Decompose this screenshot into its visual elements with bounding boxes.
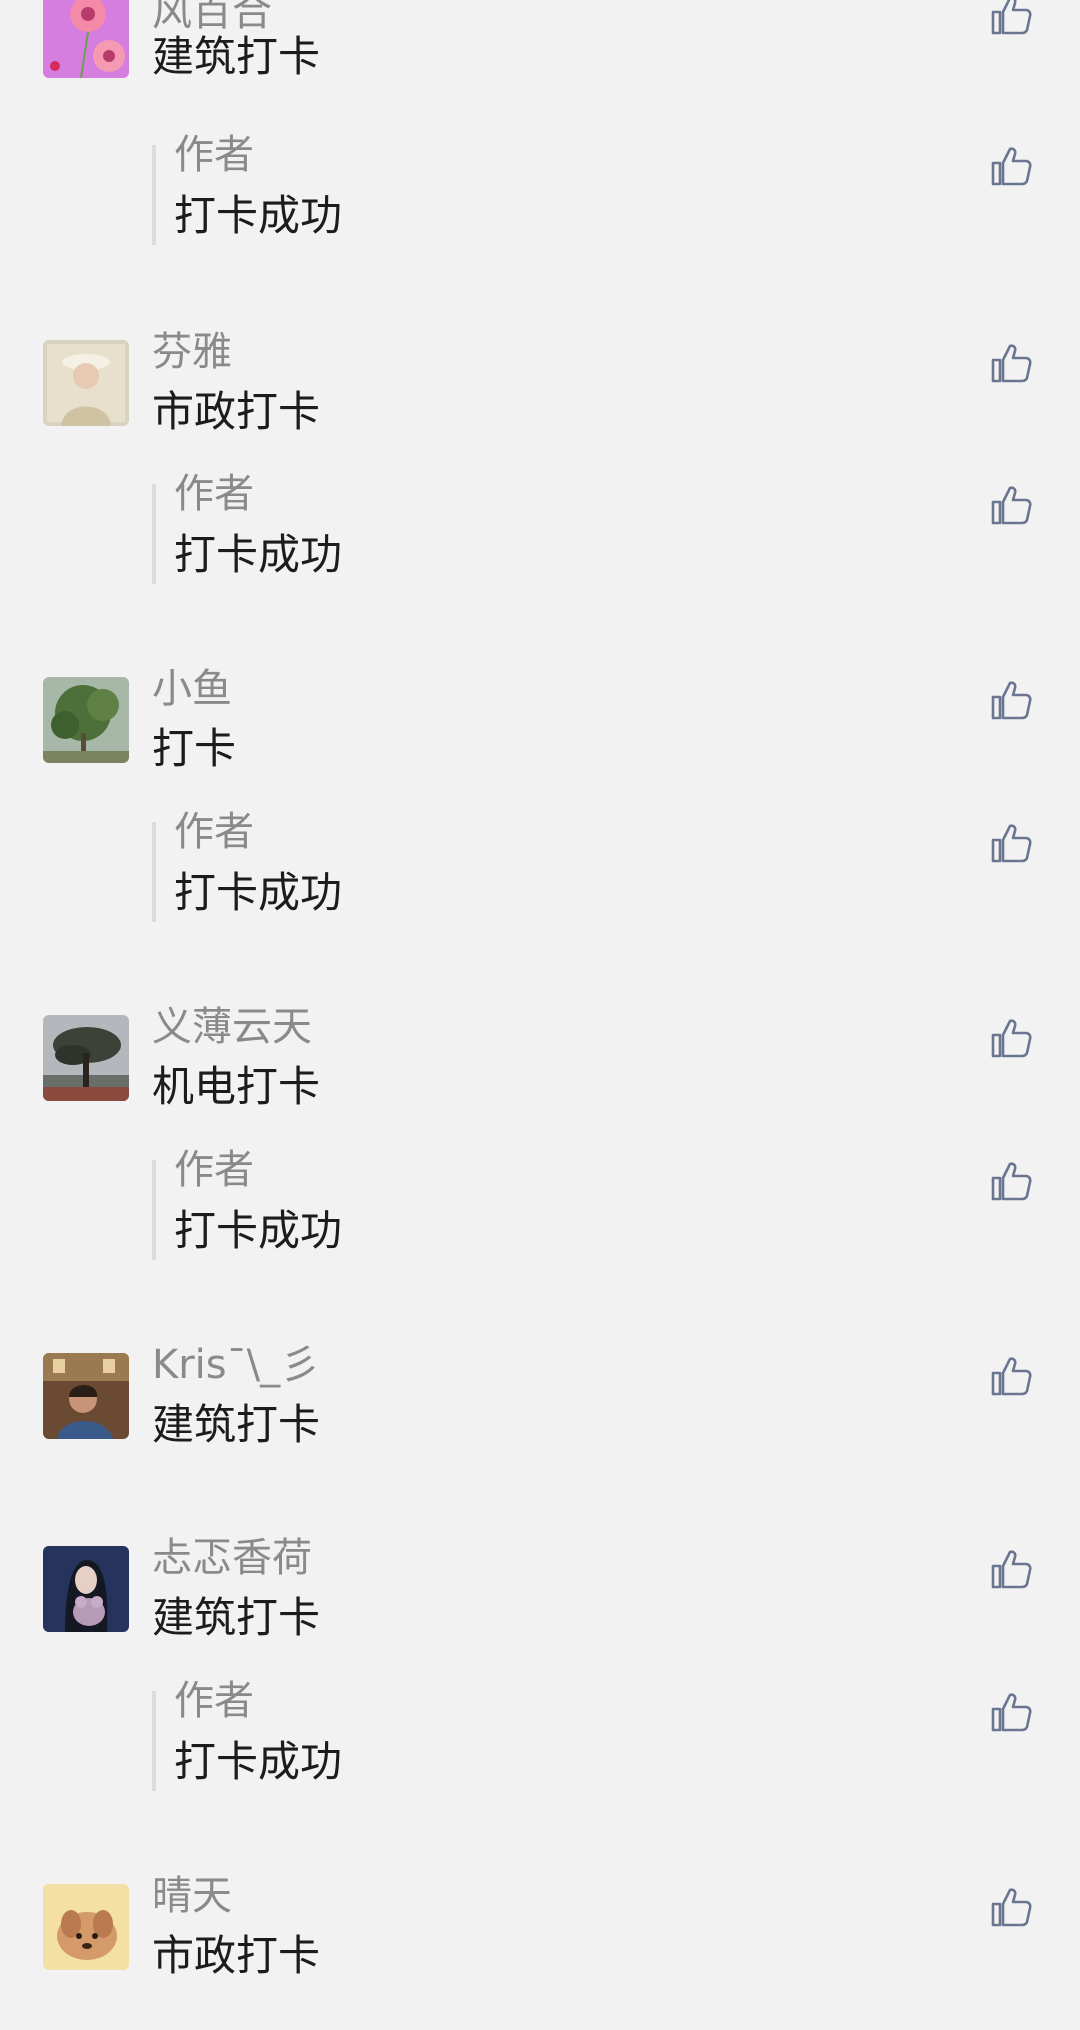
thumbs-up-icon [991, 486, 1032, 525]
like-button[interactable] [990, 1017, 1032, 1059]
like-button[interactable] [990, 0, 1032, 36]
reply-divider [152, 822, 156, 922]
thumbs-up-icon [991, 1162, 1032, 1201]
like-button[interactable] [990, 1160, 1032, 1202]
reply-author: 作者 [174, 471, 254, 517]
commenter-name[interactable]: 芬雅 [152, 328, 232, 376]
like-button[interactable] [990, 145, 1032, 187]
reply-author: 作者 [174, 1147, 254, 1193]
like-button[interactable] [990, 1355, 1032, 1397]
comment-text: 打卡 [152, 724, 237, 773]
commenter-name[interactable]: 义薄云天 [152, 1003, 312, 1051]
thumbs-up-icon [991, 1357, 1032, 1396]
comment-text: 机电打卡 [152, 1062, 321, 1111]
commenter-name[interactable]: 忐忑香荷 [152, 1534, 312, 1582]
reply-author: 作者 [174, 132, 254, 178]
like-button[interactable] [990, 484, 1032, 526]
like-button[interactable] [990, 1886, 1032, 1928]
like-button[interactable] [990, 1691, 1032, 1733]
commenter-name[interactable]: Kris¯\_彡 [152, 1341, 320, 1389]
thumbs-up-icon [991, 1019, 1032, 1058]
comment-text: 市政打卡 [152, 1931, 321, 1980]
thumbs-up-icon [991, 0, 1032, 35]
reply-text: 打卡成功 [174, 868, 343, 917]
avatar[interactable] [43, 1015, 129, 1101]
like-button[interactable] [990, 1548, 1032, 1590]
like-button[interactable] [990, 679, 1032, 721]
reply-author: 作者 [174, 1678, 254, 1724]
avatar[interactable] [43, 0, 129, 78]
reply-text: 打卡成功 [174, 1737, 343, 1786]
like-button[interactable] [990, 822, 1032, 864]
thumbs-up-icon [991, 681, 1032, 720]
reply-divider [152, 1160, 156, 1260]
thumbs-up-icon [991, 824, 1032, 863]
comment-text: 建筑打卡 [152, 32, 321, 81]
comment-text: 市政打卡 [152, 387, 321, 436]
thumbs-up-icon [991, 147, 1032, 186]
avatar[interactable] [43, 1353, 129, 1439]
avatar[interactable] [43, 1884, 129, 1970]
reply-divider [152, 145, 156, 245]
commenter-name[interactable]: 风百合 [152, 0, 272, 36]
thumbs-up-icon [991, 344, 1032, 383]
thumbs-up-icon [991, 1693, 1032, 1732]
commenter-name[interactable]: 晴天 [152, 1872, 232, 1920]
reply-divider [152, 1691, 156, 1791]
reply-text: 打卡成功 [174, 1206, 343, 1255]
reply-divider [152, 484, 156, 584]
avatar[interactable] [43, 677, 129, 763]
avatar[interactable] [43, 340, 129, 426]
avatar[interactable] [43, 1546, 129, 1632]
thumbs-up-icon [991, 1550, 1032, 1589]
reply-author: 作者 [174, 809, 254, 855]
commenter-name[interactable]: 小鱼 [152, 665, 232, 713]
reply-text: 打卡成功 [174, 530, 343, 579]
reply-text: 打卡成功 [174, 191, 343, 240]
comment-text: 建筑打卡 [152, 1400, 321, 1449]
comment-text: 建筑打卡 [152, 1593, 321, 1642]
like-button[interactable] [990, 342, 1032, 384]
thumbs-up-icon [991, 1888, 1032, 1927]
comment-list: 风百合 建筑打卡 作者 打卡成功 芬雅 市政打卡 作者 打卡成功 小鱼 打卡 作… [0, 0, 1080, 2030]
